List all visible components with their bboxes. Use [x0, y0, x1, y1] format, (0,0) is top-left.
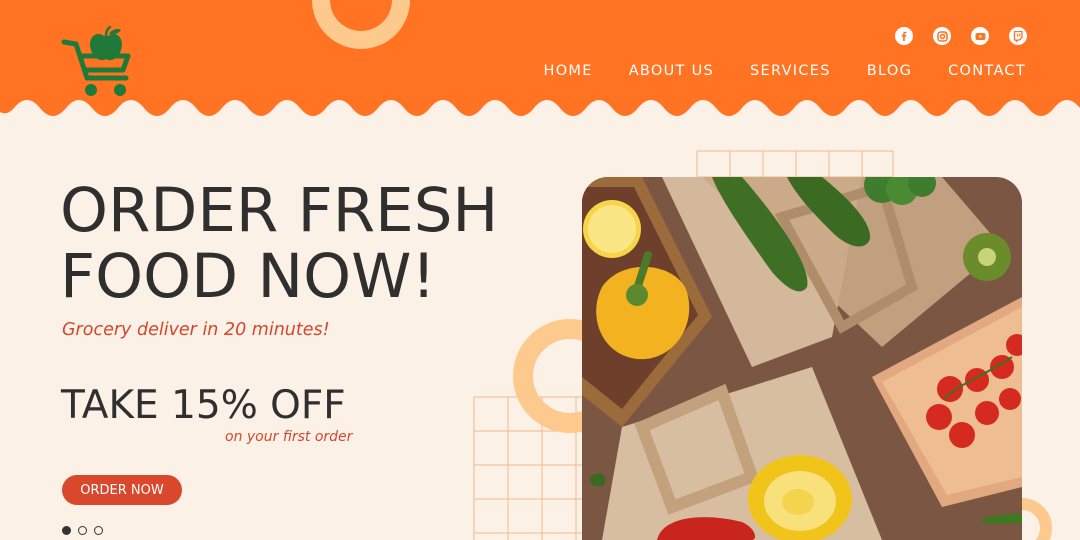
nav-home[interactable]: HOME — [544, 63, 593, 79]
hero-headline: ORDER FRESH FOOD NOW! — [60, 178, 498, 310]
facebook-icon[interactable] — [895, 27, 913, 45]
nav-blog[interactable]: BLOG — [867, 63, 912, 79]
nav-contact[interactable]: CONTACT — [948, 63, 1026, 79]
logo-cart-apple-icon[interactable] — [60, 26, 132, 100]
headline-line-2: FOOD NOW! — [60, 241, 436, 312]
grid-top-deco — [696, 150, 894, 178]
site-header: HOME ABOUT US SERVICES BLOG CONTACT — [0, 0, 1080, 125]
headline-line-1: ORDER FRESH — [60, 175, 499, 246]
slider-dot-3[interactable] — [94, 526, 103, 535]
nav-about-us[interactable]: ABOUT US — [629, 63, 714, 79]
slider-dot-2[interactable] — [78, 526, 87, 535]
offer-note: on your first order — [225, 429, 353, 445]
order-now-button[interactable]: ORDER NOW — [62, 475, 182, 505]
grid-bottom-deco — [473, 396, 582, 540]
nav-services[interactable]: SERVICES — [750, 63, 831, 79]
social-links — [895, 27, 1027, 45]
slider-dot-1[interactable] — [62, 526, 71, 535]
twitch-icon[interactable] — [1009, 27, 1027, 45]
main-nav: HOME ABOUT US SERVICES BLOG CONTACT — [544, 63, 1027, 79]
hero-subheadline: Grocery deliver in 20 minutes! — [62, 320, 330, 340]
hero-groceries-photo — [582, 177, 1022, 540]
offer-title: TAKE 15% OFF — [61, 383, 346, 428]
youtube-icon[interactable] — [971, 27, 989, 45]
slider-dots — [62, 526, 103, 535]
instagram-icon[interactable] — [933, 27, 951, 45]
